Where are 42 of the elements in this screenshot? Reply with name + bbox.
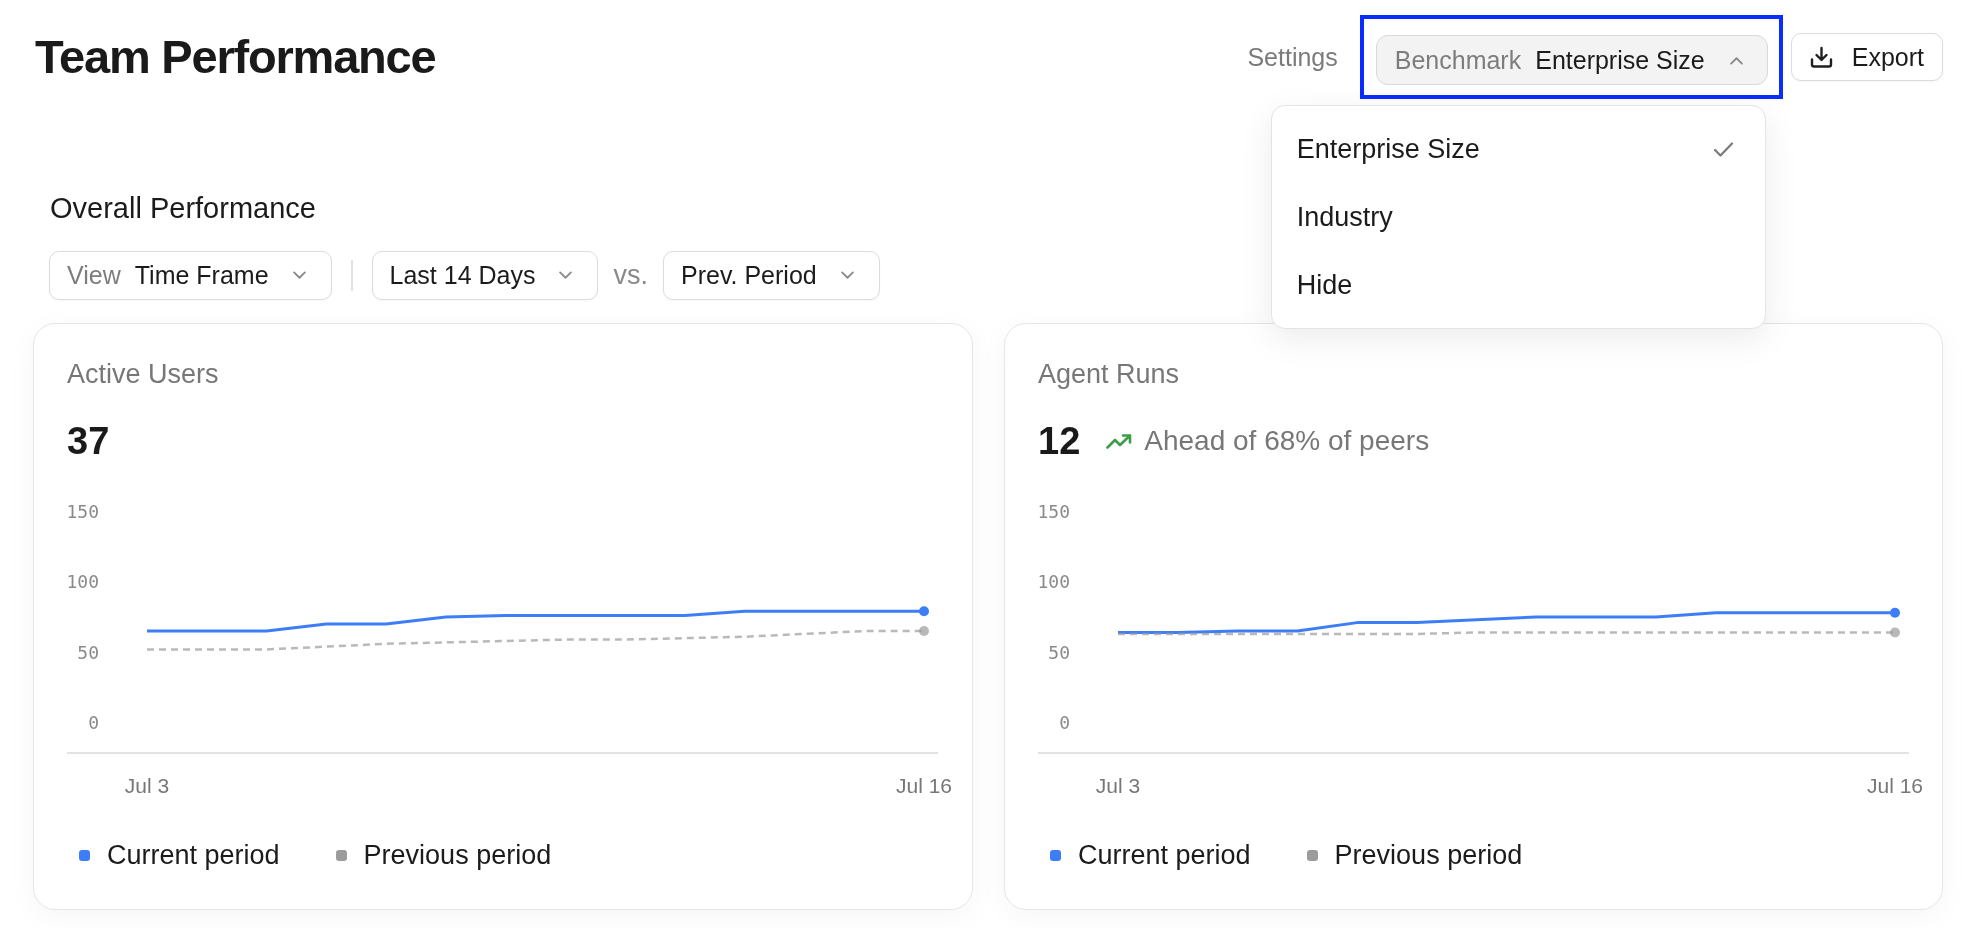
y-tick-label: 50 xyxy=(1048,641,1070,663)
legend-label: Previous period xyxy=(1334,839,1523,872)
metric-value: 12 xyxy=(1038,419,1081,464)
metric-title: Active Users xyxy=(67,358,219,390)
legend-label: Previous period xyxy=(363,839,552,872)
legend-label: Current period xyxy=(1078,839,1251,872)
legend-label: Current period xyxy=(107,839,280,872)
y-tick-label: 150 xyxy=(1037,500,1070,522)
x-tick-label: Jul 3 xyxy=(1095,773,1141,797)
metric-title: Agent Runs xyxy=(1038,358,1180,390)
x-tick-label: Jul 16 xyxy=(896,773,952,797)
y-tick-label: 0 xyxy=(88,712,99,734)
data-point-marker-icon xyxy=(919,626,929,637)
settings-link[interactable]: Settings xyxy=(1247,42,1338,72)
menu-option[interactable]: Hide xyxy=(1271,251,1765,319)
filter-dropdown[interactable]: Prev. Period xyxy=(663,251,880,300)
chevron-down-icon xyxy=(839,271,855,280)
menu-option[interactable]: Industry xyxy=(1271,183,1765,251)
export-button[interactable]: Export xyxy=(1790,33,1943,81)
x-tick-label: Jul 3 xyxy=(124,773,170,797)
section-title: Overall Performance xyxy=(50,191,316,226)
chevron-up-icon xyxy=(1728,55,1744,65)
data-point-marker-icon xyxy=(1890,607,1900,618)
chevron-down-icon xyxy=(291,271,307,280)
download-icon xyxy=(1809,46,1833,68)
data-point-marker-icon xyxy=(1890,627,1900,638)
comparison-text: vs. xyxy=(613,260,648,291)
chevron-down-icon xyxy=(558,271,574,280)
y-tick-label: 0 xyxy=(1059,712,1070,734)
x-tick-label: Jul 16 xyxy=(1867,773,1923,797)
benchmark-dropdown[interactable]: Benchmark Enterprise Size xyxy=(1375,35,1768,85)
y-tick-label: 150 xyxy=(66,500,99,522)
metric-value: 37 xyxy=(67,419,110,464)
page-title: Team Performance xyxy=(35,29,436,85)
data-point-marker-icon xyxy=(919,606,929,617)
filter-dropdown[interactable]: Last 14 Days xyxy=(371,251,599,300)
y-tick-label: 50 xyxy=(77,641,99,663)
filter-dropdown[interactable]: View Time Frame xyxy=(49,251,332,300)
y-tick-label: 100 xyxy=(66,571,99,593)
peer-comparison-text: Ahead of 68% of peers xyxy=(1144,425,1430,457)
y-tick-label: 100 xyxy=(1037,571,1070,593)
menu-option[interactable]: Enterprise Size xyxy=(1271,115,1765,183)
